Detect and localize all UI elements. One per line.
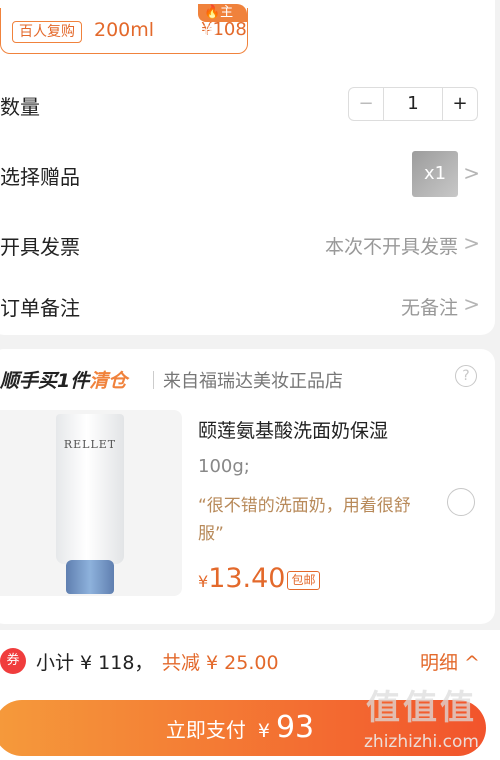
store-source: 来自福瑞达美妆正品店 (163, 371, 343, 392)
invoice-label: 开具发票 (0, 235, 80, 259)
coupon-icon: 券 (0, 648, 26, 674)
decrease-button[interactable]: − (349, 88, 384, 120)
product-name[interactable]: 颐莲氨基酸洗面奶保湿 (198, 416, 388, 443)
spec-size: 200ml (94, 19, 155, 41)
divider (153, 371, 154, 389)
spec-option-selected[interactable]: 百人复购 200ml ¥108 🔥主推 (0, 4, 248, 54)
gift-count: x1 (423, 163, 447, 184)
invoice-value: 本次不开具发票 (324, 236, 458, 258)
watermark-url: zhizhizhi.com (364, 732, 479, 752)
promo-title: 顺手买1件清仓 (0, 366, 127, 393)
quantity-value[interactable]: 1 (383, 88, 443, 120)
subtotal: 小计 ¥ 118， (36, 652, 154, 674)
promo-title-accent: 清仓 (89, 370, 128, 392)
pay-currency: ¥ (257, 720, 270, 742)
product-spec: 100g; (198, 456, 250, 477)
quantity-label: 数量 (0, 95, 40, 119)
free-shipping-badge: 包邮 (287, 571, 320, 590)
product-image[interactable]: RELLET (0, 410, 182, 596)
pay-label: 立即支付 (165, 718, 246, 742)
product-brand: RELLET (63, 438, 117, 451)
repurchase-badge: 百人复购 (12, 21, 82, 43)
help-icon[interactable]: ? (455, 365, 477, 387)
recommended-tag: 🔥主推 (198, 4, 247, 38)
watermark: 值值值 (366, 688, 477, 728)
select-addon-radio[interactable] (447, 488, 475, 516)
price-value: 13.40 (208, 563, 286, 594)
tube-body: RELLET (56, 414, 124, 564)
product-review: “很不错的洗面奶，用着很舒服” (198, 496, 411, 544)
tube-cap (66, 560, 114, 594)
currency-symbol: ¥ (198, 572, 209, 591)
price-detail-button[interactable]: 明细 ^ (420, 648, 480, 675)
pay-amount: 93 (275, 710, 315, 745)
chevron-right-icon: > (463, 231, 480, 255)
quantity-stepper: − 1 + (348, 87, 478, 121)
promo-title-prefix: 顺手买1件 (0, 370, 90, 392)
chevron-right-icon: > (463, 161, 480, 185)
chevron-right-icon: > (463, 292, 480, 316)
product-price: ¥13.40 包邮 (198, 563, 320, 594)
order-note-label: 订单备注 (0, 296, 80, 320)
order-note-value: 无备注 (400, 297, 458, 319)
gift-thumbnail[interactable]: x1 (412, 151, 458, 197)
gift-label: 选择赠品 (0, 165, 80, 189)
increase-button[interactable]: + (442, 88, 477, 120)
discount-total: 共减 ¥ 25.00 (162, 652, 279, 674)
